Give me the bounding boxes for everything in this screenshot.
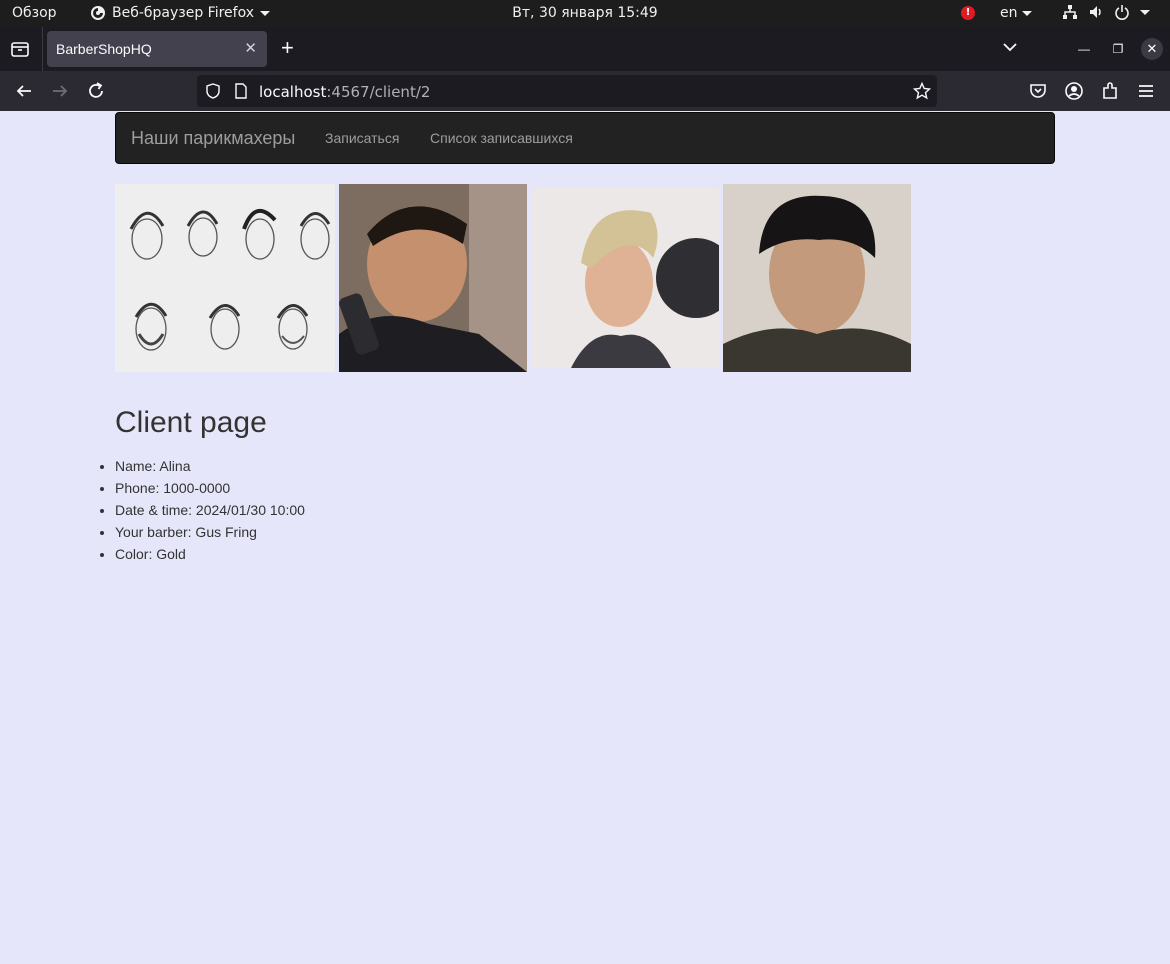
reload-icon[interactable] bbox=[86, 81, 106, 101]
client-details-list: Name: Alina Phone: 1000-0000 Date & time… bbox=[115, 457, 305, 567]
firefox-view-icon[interactable] bbox=[10, 40, 30, 58]
swept-blond-haircut-photo bbox=[531, 188, 719, 368]
bookmark-star-icon[interactable] bbox=[913, 82, 931, 100]
app-menu-label: Веб-браузер Firefox bbox=[112, 5, 255, 21]
firefox-icon bbox=[91, 6, 105, 20]
language-label: en bbox=[1000, 5, 1018, 21]
tab-title: BarberShopHQ bbox=[56, 41, 152, 57]
close-tab-icon[interactable]: ✕ bbox=[244, 39, 257, 57]
url-text[interactable]: localhost:4567/client/2 bbox=[259, 83, 430, 101]
minimize-button[interactable]: — bbox=[1074, 39, 1094, 59]
pocket-icon[interactable] bbox=[1028, 81, 1048, 101]
hairstyles-sketch-image bbox=[115, 184, 335, 372]
new-tab-button[interactable]: + bbox=[281, 35, 294, 61]
extensions-icon[interactable] bbox=[1100, 81, 1120, 101]
site-navbar: Наши парикмахеры Записаться Список запис… bbox=[115, 112, 1055, 164]
client-datetime: Date & time: 2024/01/30 10:00 bbox=[115, 501, 305, 523]
fringe-haircut-photo bbox=[723, 184, 911, 372]
volume-icon bbox=[1090, 6, 1101, 18]
tab-strip: BarberShopHQ ✕ + — ❐ ✕ bbox=[0, 27, 1170, 71]
chevron-down-icon bbox=[260, 10, 271, 16]
app-menu[interactable]: Веб-браузер Firefox bbox=[90, 5, 271, 21]
nav-link-visitors[interactable]: Список записавшихся bbox=[430, 130, 573, 146]
page-title: Client page bbox=[115, 406, 267, 439]
network-icon bbox=[1063, 5, 1077, 19]
system-top-bar: Обзор Веб-браузер Firefox Вт, 30 января … bbox=[0, 0, 1170, 27]
divider bbox=[42, 27, 43, 71]
nav-link-signup[interactable]: Записаться bbox=[325, 130, 399, 146]
menu-icon[interactable] bbox=[1136, 81, 1156, 101]
back-icon[interactable] bbox=[14, 81, 34, 101]
language-switcher[interactable]: en bbox=[1000, 5, 1032, 21]
activities-button[interactable]: Обзор bbox=[12, 5, 57, 21]
url-path: :4567/client/2 bbox=[326, 83, 431, 101]
tab-barbershophq[interactable]: BarberShopHQ ✕ bbox=[47, 31, 267, 67]
alert-icon[interactable]: ! bbox=[961, 6, 975, 20]
system-tray[interactable] bbox=[1062, 4, 1150, 20]
restore-button[interactable]: ❐ bbox=[1108, 39, 1128, 59]
client-phone: Phone: 1000-0000 bbox=[115, 479, 305, 501]
client-color: Color: Gold bbox=[115, 545, 305, 567]
client-barber: Your barber: Gus Fring bbox=[115, 523, 305, 545]
fade-haircut-photo bbox=[339, 184, 527, 372]
power-icon bbox=[1115, 5, 1129, 20]
navbar-brand[interactable]: Наши парикмахеры bbox=[131, 128, 295, 149]
address-bar[interactable]: localhost:4567/client/2 bbox=[197, 75, 937, 107]
url-host: localhost bbox=[259, 83, 327, 101]
page-icon[interactable] bbox=[234, 83, 248, 99]
clock[interactable]: Вт, 30 января 15:49 bbox=[512, 5, 657, 21]
close-window-button[interactable]: ✕ bbox=[1141, 38, 1163, 60]
chevron-down-icon bbox=[1021, 10, 1032, 16]
navigation-toolbar: localhost:4567/client/2 bbox=[0, 71, 1170, 111]
client-name: Name: Alina bbox=[115, 457, 305, 479]
account-icon[interactable] bbox=[1064, 81, 1084, 101]
shield-icon[interactable] bbox=[205, 83, 221, 99]
forward-icon[interactable] bbox=[50, 81, 70, 101]
list-all-tabs-icon[interactable] bbox=[1002, 39, 1018, 55]
chevron-down-icon bbox=[1140, 9, 1150, 15]
